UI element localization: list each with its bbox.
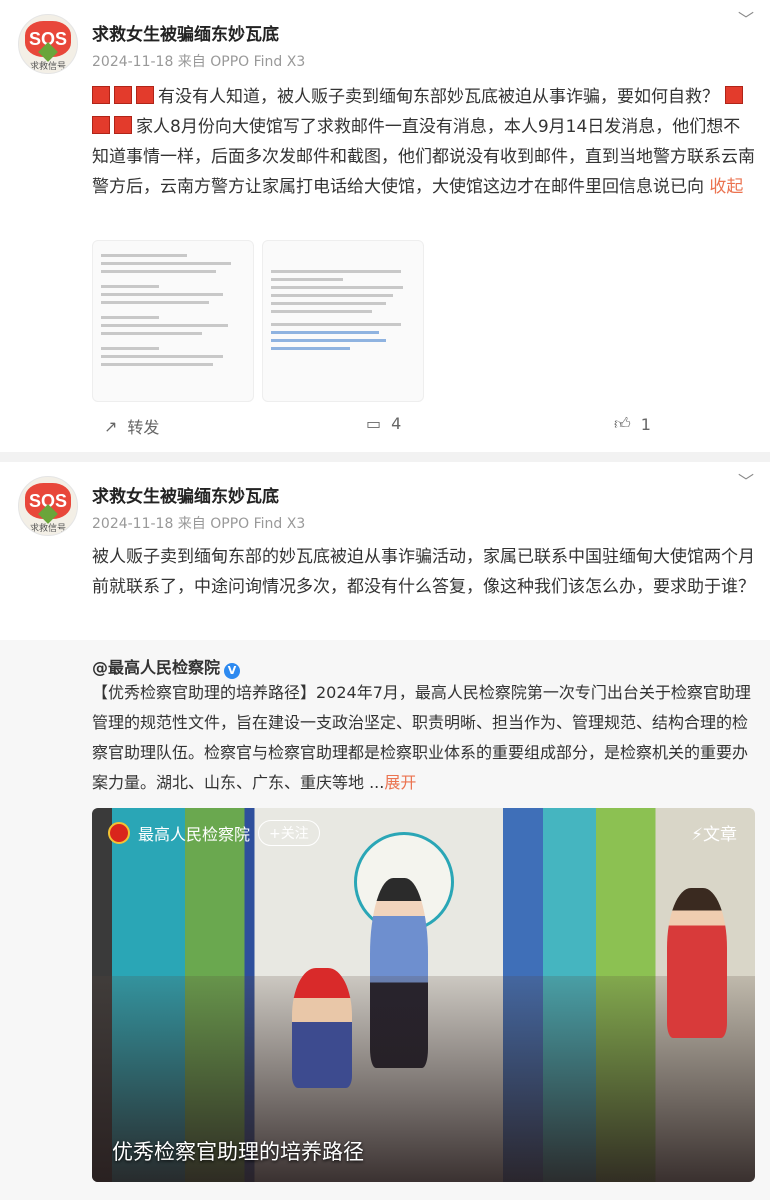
- sos-emoji-icon: [136, 86, 154, 104]
- follow-button[interactable]: +关注: [258, 820, 320, 846]
- image-thumbnail-2[interactable]: [262, 240, 424, 402]
- collapse-link[interactable]: 收起: [709, 177, 743, 197]
- emblem-icon: [108, 822, 130, 844]
- divider: [0, 452, 770, 462]
- post-text-part: 有没有人知道，被人贩子卖到缅甸东部妙瓦底被迫从事诈骗，要如何自救？: [158, 87, 719, 107]
- photo-figure: [292, 968, 352, 1088]
- avatar[interactable]: SOS 求救信号: [18, 476, 78, 536]
- repost-author-name[interactable]: @最高人民检察院: [92, 658, 220, 677]
- like-count: 1: [640, 414, 651, 434]
- post-text-part: 家人8月份向大使馆写了求救邮件一直没有消息，本人9月14日发消息，他们想不知道事…: [92, 117, 755, 197]
- author-name[interactable]: 求救女生被骗缅东妙瓦底: [92, 482, 279, 507]
- post-text: 被人贩子卖到缅甸东部的妙瓦底被迫从事诈骗活动，家属已联系中国驻缅甸大使馆两个月前…: [92, 547, 755, 597]
- chevron-down-icon[interactable]: ﹀: [738, 6, 754, 30]
- chevron-down-icon[interactable]: ﹀: [738, 468, 754, 492]
- thumbs-up-icon: 👍︎: [614, 414, 631, 433]
- card-title[interactable]: 优秀检察官助理的培养路径: [112, 1136, 364, 1166]
- comment-count: 4: [391, 414, 402, 433]
- repost-text: 【优秀检察官助理的培养路径】2024年7月，最高人民检察院第一次专门出台关于检察…: [92, 678, 757, 798]
- repost-button[interactable]: ↗ 转发: [104, 414, 159, 438]
- sos-emoji-icon: [725, 86, 743, 104]
- avatar-caption: 求救信号: [29, 62, 66, 72]
- image-thumbnail-1[interactable]: [92, 240, 254, 402]
- card-source[interactable]: 最高人民检察院: [138, 821, 250, 845]
- verified-icon: V: [224, 663, 241, 679]
- avatar[interactable]: SOS 求救信号: [18, 14, 78, 74]
- repost-author[interactable]: @最高人民检察院 V: [92, 654, 241, 679]
- comment-icon: ▭: [366, 414, 382, 433]
- avatar-caption: 求救信号: [29, 524, 66, 534]
- post-text: 有没有人知道，被人贩子卖到缅甸东部妙瓦底被迫从事诈骗，要如何自救？ 家人8月份向大…: [92, 82, 757, 202]
- article-tag: ⚡文章: [691, 825, 737, 845]
- sos-emoji-icon: [92, 116, 110, 134]
- repost-label: 转发: [127, 418, 160, 437]
- action-bar: ↗ 转发 ▭ 4 👍︎ 1: [0, 414, 770, 444]
- author-name[interactable]: 求救女生被骗缅东妙瓦底: [92, 20, 279, 45]
- post-meta: 2024-11-18 来自 OPPO Find X3: [92, 54, 306, 70]
- article-card[interactable]: 最高人民检察院 +关注 ⚡文章 优秀检察官助理的培养路径: [92, 808, 755, 1182]
- sos-emoji-icon: [114, 86, 132, 104]
- sos-emoji-icon: [92, 86, 110, 104]
- reposted-content[interactable]: @最高人民检察院 V 【优秀检察官助理的培养路径】2024年7月，最高人民检察院第…: [0, 640, 770, 1200]
- post-meta: 2024-11-18 来自 OPPO Find X3: [92, 516, 306, 532]
- card-header: 最高人民检察院 +关注: [108, 820, 320, 846]
- repost-text-body: 【优秀检察官助理的培养路径】2024年7月，最高人民检察院第一次专门出台关于检察…: [92, 683, 751, 792]
- post-1: SOS 求救信号 求救女生被骗缅东妙瓦底 2024-11-18 来自 OPPO …: [0, 0, 770, 452]
- expand-link[interactable]: 展开: [384, 773, 416, 792]
- comment-button[interactable]: ▭ 4: [366, 414, 401, 433]
- share-icon: ↗: [104, 416, 118, 436]
- like-button[interactable]: 👍︎ 1: [614, 414, 651, 434]
- sos-emoji-icon: [114, 116, 132, 134]
- photo-figure: [667, 888, 727, 1038]
